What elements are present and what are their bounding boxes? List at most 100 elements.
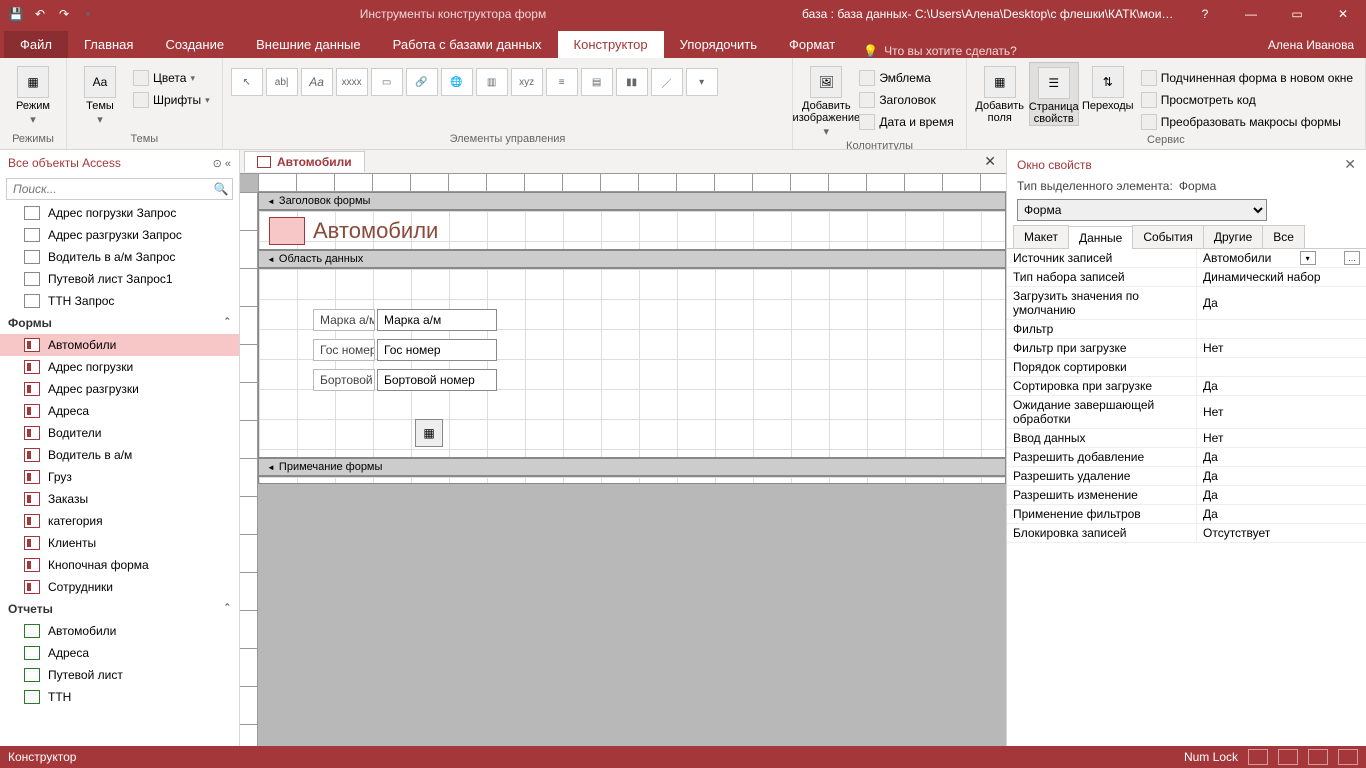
nav-search[interactable]: 🔍 (6, 178, 233, 200)
nav-collapse-icon[interactable]: ⊙ « (213, 157, 231, 170)
form-title-label[interactable]: Автомобили (313, 218, 438, 244)
tab-create[interactable]: Создание (149, 31, 240, 58)
property-sheet-button[interactable]: ☰ Страница свойств (1029, 62, 1079, 126)
control-nav[interactable]: ▥ (476, 68, 508, 96)
section-bar-header[interactable]: Заголовок формы (258, 192, 1006, 210)
nav-item-form[interactable]: Сотрудники (0, 576, 239, 598)
nav-item-form[interactable]: Кнопочная форма (0, 554, 239, 576)
fonts-button[interactable]: Шрифты▾ (129, 90, 214, 110)
property-value[interactable]: Да (1197, 467, 1366, 485)
logo-button[interactable]: Эмблема (855, 68, 957, 88)
control-link[interactable]: 🔗 (406, 68, 438, 96)
nav-item-report[interactable]: Автомобили (0, 620, 239, 642)
nav-group-reports[interactable]: Отчеты⌃ (0, 598, 239, 620)
property-row[interactable]: Тип набора записейДинамический набор (1007, 268, 1366, 287)
form-field[interactable]: БортовойБортовой номер (313, 369, 497, 391)
nav-item-query[interactable]: ТТН Запрос (0, 290, 239, 312)
nav-item-form[interactable]: Адрес погрузки (0, 356, 239, 378)
property-row[interactable]: Фильтр при загрузкеНет (1007, 339, 1366, 358)
qat-more-icon[interactable]: ▾ (78, 4, 98, 24)
nav-item-form[interactable]: категория (0, 510, 239, 532)
tab-order-button[interactable]: ⇅ Переходы (1083, 62, 1133, 112)
nav-item-query[interactable]: Адрес погрузки Запрос (0, 202, 239, 224)
nav-item-query[interactable]: Путевой лист Запрос1 (0, 268, 239, 290)
section-bar-detail[interactable]: Область данных (258, 250, 1006, 268)
section-bar-footer[interactable]: Примечание формы (258, 458, 1006, 476)
proptab-data[interactable]: Данные (1068, 226, 1133, 249)
proptab-events[interactable]: События (1132, 225, 1204, 248)
nav-item-form[interactable]: Водители (0, 422, 239, 444)
nav-item-form[interactable]: Водитель в а/м (0, 444, 239, 466)
proptab-other[interactable]: Другие (1203, 225, 1263, 248)
search-icon[interactable]: 🔍 (210, 179, 232, 199)
title-button[interactable]: Заголовок (855, 90, 957, 110)
horizontal-ruler[interactable] (258, 174, 1006, 192)
colors-button[interactable]: Цвета▾ (129, 68, 214, 88)
control-combo[interactable]: ▤ (581, 68, 613, 96)
section-detail[interactable]: ▦ Марка а/мМарка а/мГос номерГос номерБо… (258, 268, 1006, 458)
property-value[interactable] (1197, 358, 1366, 376)
viewcode-button[interactable]: Просмотреть код (1137, 90, 1357, 110)
property-value[interactable]: Динамический набор (1197, 268, 1366, 286)
tab-external[interactable]: Внешние данные (240, 31, 377, 58)
control-line[interactable]: ／ (651, 68, 683, 96)
themes-button[interactable]: Aa Темы▾ (75, 62, 125, 126)
field-control[interactable]: Гос номер (377, 339, 497, 361)
property-value[interactable]: Автомобили▾… (1197, 249, 1366, 267)
control-button[interactable]: xxxx (336, 68, 368, 96)
view-form-icon[interactable] (1248, 749, 1268, 765)
insert-image-button[interactable]: 🖼 Добавить изображение▾ (801, 62, 851, 138)
property-row[interactable]: Фильтр (1007, 320, 1366, 339)
nav-item-report[interactable]: ТТН (0, 686, 239, 708)
tab-arrange[interactable]: Упорядочить (664, 31, 773, 58)
section-footer[interactable] (258, 476, 1006, 484)
tab-dbtools[interactable]: Работа с базами данных (377, 31, 558, 58)
property-value[interactable] (1197, 320, 1366, 338)
help-icon[interactable]: ? (1182, 0, 1228, 28)
property-row[interactable]: Ввод данныхНет (1007, 429, 1366, 448)
control-pointer[interactable]: ↖ (231, 68, 263, 96)
tell-me[interactable]: 💡 Что вы хотите сделать? (851, 44, 1256, 58)
view-datasheet-icon[interactable] (1278, 749, 1298, 765)
control-group[interactable]: xyz (511, 68, 543, 96)
property-row[interactable]: Загрузить значения по умолчаниюДа (1007, 287, 1366, 320)
nav-item-form[interactable]: Груз (0, 466, 239, 488)
tab-file[interactable]: Файл (4, 31, 68, 58)
nav-item-form[interactable]: Адрес разгрузки (0, 378, 239, 400)
field-label[interactable]: Марка а/м (313, 309, 375, 331)
minimize-button[interactable]: — (1228, 0, 1274, 28)
form-field[interactable]: Марка а/мМарка а/м (313, 309, 497, 331)
property-row[interactable]: Разрешить удалениеДа (1007, 467, 1366, 486)
property-value[interactable]: Да (1197, 377, 1366, 395)
nav-title[interactable]: Все объекты Access (8, 156, 121, 170)
property-value[interactable]: Нет (1197, 339, 1366, 357)
field-control[interactable]: Бортовой номер (377, 369, 497, 391)
control-textbox[interactable]: ab| (266, 68, 298, 96)
section-header[interactable]: Автомобили (258, 210, 1006, 250)
control-more[interactable]: ▾ (686, 68, 718, 96)
nav-item-form[interactable]: Автомобили (0, 334, 239, 356)
control-tab[interactable]: ▭ (371, 68, 403, 96)
nav-item-query[interactable]: Водитель в а/м Запрос (0, 246, 239, 268)
doc-tab-active[interactable]: Автомобили (244, 151, 365, 172)
nav-item-query[interactable]: Адрес разгрузки Запрос (0, 224, 239, 246)
redo-icon[interactable]: ↷ (54, 4, 74, 24)
tab-design[interactable]: Конструктор (558, 31, 664, 58)
save-icon[interactable]: 💾 (6, 4, 26, 24)
close-button[interactable]: ✕ (1320, 0, 1366, 28)
nav-item-report[interactable]: Путевой лист (0, 664, 239, 686)
field-label[interactable]: Бортовой (313, 369, 375, 391)
subform-button[interactable]: Подчиненная форма в новом окне (1137, 68, 1357, 88)
proptab-all[interactable]: Все (1262, 225, 1305, 248)
search-input[interactable] (7, 179, 210, 199)
control-label[interactable]: Aa (301, 68, 333, 96)
property-value[interactable]: Нет (1197, 429, 1366, 447)
nav-item-form[interactable]: Заказы (0, 488, 239, 510)
form-field[interactable]: Гос номерГос номер (313, 339, 497, 361)
property-row[interactable]: Ожидание завершающей обработкиНет (1007, 396, 1366, 429)
convert-macros-button[interactable]: Преобразовать макросы формы (1137, 112, 1357, 132)
vertical-ruler[interactable] (240, 192, 258, 746)
field-label[interactable]: Гос номер (313, 339, 375, 361)
control-pagebreak[interactable]: ≡ (546, 68, 578, 96)
view-button[interactable]: ▦ Режим▾ (8, 62, 58, 126)
